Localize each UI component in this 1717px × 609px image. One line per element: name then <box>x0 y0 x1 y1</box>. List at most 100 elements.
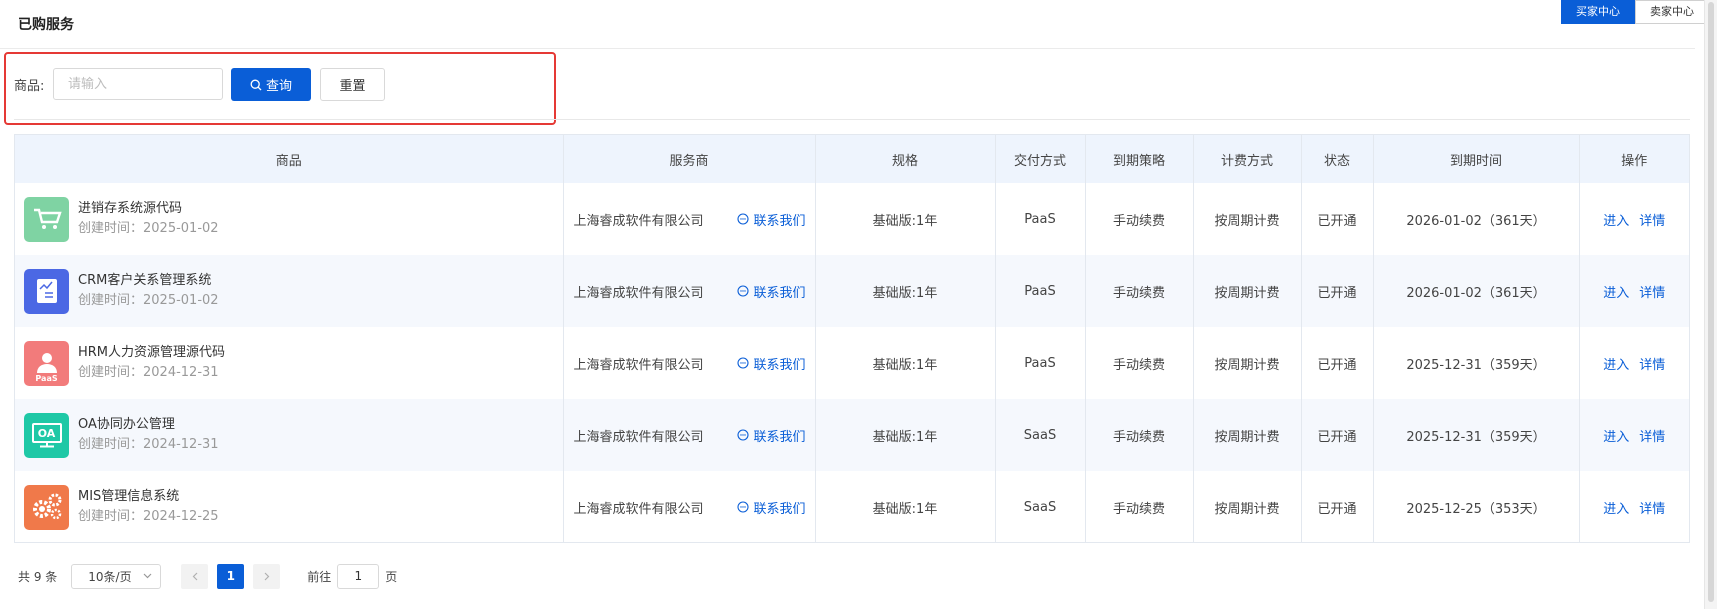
expire-cell: 2026-01-02（361天） <box>1373 255 1580 327</box>
product-name: CRM客户关系管理系统 <box>78 273 212 288</box>
product-cell: MIS管理信息系统 创建时间：2024-12-25 <box>15 471 564 543</box>
detail-link[interactable]: 详情 <box>1639 286 1665 301</box>
contact-us-link[interactable]: 联系我们 <box>737 354 806 373</box>
provider-cell: 上海睿成软件有限公司 联系我们 <box>563 183 816 255</box>
product-search-input[interactable] <box>53 68 223 100</box>
billing-cell: 按周期计费 <box>1193 327 1302 399</box>
contact-us-label: 联系我们 <box>753 285 806 301</box>
status-cell: 已开通 <box>1301 327 1374 399</box>
expire-cell: 2025-12-25（353天） <box>1373 471 1580 543</box>
contact-us-label: 联系我们 <box>753 213 806 229</box>
provider-name: 上海睿成软件有限公司 <box>573 285 704 301</box>
status-cell: 已开通 <box>1301 399 1374 471</box>
col-header-product: 商品 <box>15 135 564 183</box>
goto-page: 前往 页 <box>307 563 398 589</box>
search-icon <box>250 79 262 90</box>
actions-cell: 进入 详情 <box>1579 471 1689 543</box>
delivery-cell: PaaS <box>995 183 1086 255</box>
header-divider <box>0 48 1695 49</box>
actions-cell: 进入 详情 <box>1579 327 1689 399</box>
page-number-current[interactable]: 1 <box>217 563 245 589</box>
policy-cell: 手动续费 <box>1085 399 1194 471</box>
product-name: MIS管理信息系统 <box>78 489 180 504</box>
product-created-date: 创建时间：2024-12-31 <box>78 437 219 452</box>
contact-us-label: 联系我们 <box>753 357 806 373</box>
detail-link[interactable]: 详情 <box>1639 502 1665 517</box>
policy-cell: 手动续费 <box>1085 183 1194 255</box>
table-row: PaaS HRM人力资源管理源代码 创建时间：2024-12-31 上海睿成软件有限公… <box>15 327 1689 399</box>
search-divider <box>14 119 1690 120</box>
table-row: MIS管理信息系统 创建时间：2024-12-25 上海睿成软件有限公司 联系我们 基础… <box>15 471 1689 543</box>
provider-cell: 上海睿成软件有限公司 联系我们 <box>563 327 816 399</box>
billing-cell: 按周期计费 <box>1193 255 1302 327</box>
provider-name: 上海睿成软件有限公司 <box>573 501 704 517</box>
product-created-date: 创建时间：2025-01-02 <box>78 221 219 236</box>
col-header-policy: 到期策略 <box>1085 135 1194 183</box>
enter-link[interactable]: 进入 <box>1603 286 1629 301</box>
reset-button[interactable]: 重置 <box>320 68 385 101</box>
gears-icon <box>24 484 69 530</box>
billing-cell: 按周期计费 <box>1193 399 1302 471</box>
page-size-select[interactable]: 10条/页 <box>71 563 162 589</box>
table-row: OA OA协同办公管理 创建时间：2024-12-31 上海睿成软件有限公司 联系我们基… <box>15 399 1689 471</box>
product-cell: CRM客户关系管理系统 创建时间：2025-01-02 <box>15 255 564 327</box>
provider-cell: 上海睿成软件有限公司 联系我们 <box>563 471 816 543</box>
delivery-cell: PaaS <box>995 327 1086 399</box>
cart-icon <box>24 196 69 242</box>
product-created-date: 创建时间：2025-01-02 <box>78 293 219 308</box>
total-count: 共 9 条 <box>18 569 58 584</box>
product-cell: OA OA协同办公管理 创建时间：2024-12-31 <box>15 399 564 471</box>
chat-bubble-icon <box>737 285 750 297</box>
seller-center-tab[interactable]: 卖家中心 <box>1635 0 1709 24</box>
status-cell: 已开通 <box>1301 183 1374 255</box>
vertical-scrollbar[interactable] <box>1704 0 1717 609</box>
spec-cell: 基础版:1年 <box>815 399 996 471</box>
search-label: 商品: <box>14 79 45 94</box>
col-header-delivery: 交付方式 <box>995 135 1086 183</box>
actions-cell: 进入 详情 <box>1579 183 1689 255</box>
detail-link[interactable]: 详情 <box>1639 430 1665 445</box>
provider-name: 上海睿成软件有限公司 <box>573 357 704 373</box>
goto-suffix: 页 <box>385 569 398 584</box>
delivery-cell: SaaS <box>995 471 1086 543</box>
next-page-button[interactable] <box>253 563 281 589</box>
expire-cell: 2026-01-02（361天） <box>1373 183 1580 255</box>
detail-link[interactable]: 详情 <box>1639 358 1665 373</box>
delivery-cell: SaaS <box>995 399 1086 471</box>
contact-us-link[interactable]: 联系我们 <box>737 210 806 229</box>
product-created-date: 创建时间：2024-12-31 <box>78 365 219 380</box>
buyer-center-tab[interactable]: 买家中心 <box>1561 0 1635 24</box>
chat-bubble-icon <box>737 357 750 369</box>
billing-cell: 按周期计费 <box>1193 183 1302 255</box>
delivery-cell: PaaS <box>995 255 1086 327</box>
product-cell: 进销存系统源代码创建时间：2025-01-02 <box>15 183 564 255</box>
product-name: 进销存系统源代码 <box>78 201 183 216</box>
goto-prefix: 前往 <box>307 569 332 584</box>
actions-cell: 进入 详情 <box>1579 255 1689 327</box>
actions-cell: 进入 详情 <box>1579 399 1689 471</box>
detail-link[interactable]: 详情 <box>1639 214 1665 229</box>
chart-doc-icon <box>24 268 69 314</box>
prev-page-button[interactable] <box>181 563 209 589</box>
col-header-provider: 服务商 <box>563 135 816 183</box>
contact-us-link[interactable]: 联系我们 <box>737 498 806 517</box>
status-cell: 已开通 <box>1301 255 1374 327</box>
goto-page-input[interactable] <box>337 563 380 589</box>
provider-cell: 上海睿成软件有限公司 联系我们 <box>563 399 816 471</box>
enter-link[interactable]: 进入 <box>1603 214 1629 229</box>
contact-us-link[interactable]: 联系我们 <box>737 426 806 445</box>
query-button[interactable]: 查询 <box>231 68 311 101</box>
col-header-billing: 计费方式 <box>1193 135 1302 183</box>
query-button-label: 查询 <box>265 79 292 94</box>
contact-us-link[interactable]: 联系我们 <box>737 282 806 301</box>
provider-name: 上海睿成软件有限公司 <box>573 213 704 229</box>
enter-link[interactable]: 进入 <box>1603 358 1629 373</box>
enter-link[interactable]: 进入 <box>1603 430 1629 445</box>
table-row: 进销存系统源代码 创建时间：2025-01-02 上海睿成软件有限公司 联系我们 基础版… <box>15 183 1689 255</box>
provider-name: 上海睿成软件有限公司 <box>573 429 704 445</box>
billing-cell: 按周期计费 <box>1193 471 1302 543</box>
policy-cell: 手动续费 <box>1085 327 1194 399</box>
enter-link[interactable]: 进入 <box>1603 502 1629 517</box>
table-row: CRM客户关系管理系统 创建时间：2025-01-02 上海睿成软件有限公司 联系我们… <box>15 255 1689 327</box>
page-size-value: 10条/页 <box>88 569 132 584</box>
